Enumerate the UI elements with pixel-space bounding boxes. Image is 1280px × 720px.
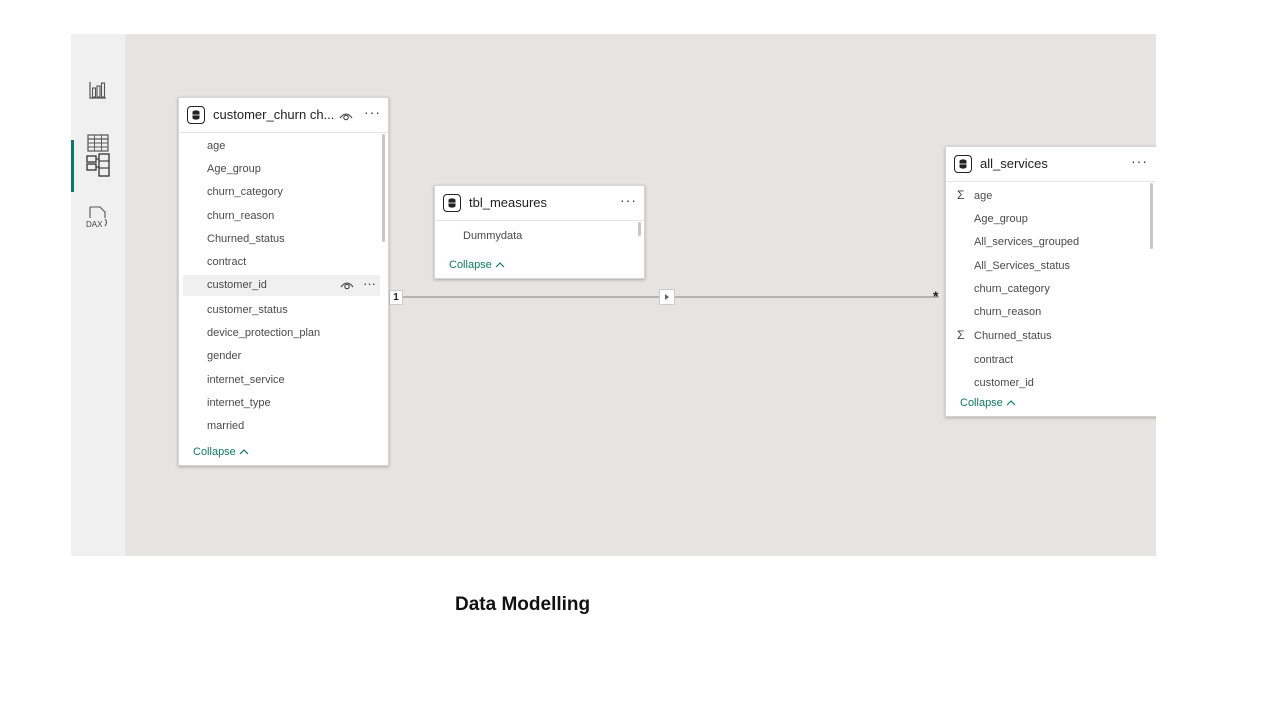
field-item[interactable]: internet_type xyxy=(207,397,271,409)
field-item[interactable]: Churned_status xyxy=(974,330,1052,342)
bar-chart-icon xyxy=(89,82,106,99)
field-item[interactable]: Churned_status xyxy=(207,233,285,245)
arrow-right-icon xyxy=(665,294,669,300)
collapse-button[interactable]: Collapse xyxy=(449,259,505,271)
field-item[interactable]: churn_reason xyxy=(207,210,274,222)
model-diagram-icon xyxy=(86,153,110,177)
table-card-all-services[interactable]: all_services ··· Σ age Age_group All_ser… xyxy=(945,146,1156,417)
field-item[interactable]: churn_category xyxy=(207,186,283,198)
eye-visibility-icon[interactable] xyxy=(339,108,353,126)
eye-visibility-icon[interactable] xyxy=(340,280,354,293)
more-options-icon[interactable]: ··· xyxy=(363,276,376,291)
table-card-customer-churn[interactable]: customer_churn ch... ··· age Age_group c… xyxy=(178,97,389,466)
field-item[interactable]: married xyxy=(207,420,244,432)
field-label: customer_id xyxy=(207,279,267,291)
table-icon xyxy=(954,155,972,173)
field-item[interactable]: gender xyxy=(207,350,241,362)
field-item[interactable]: Dummydata xyxy=(463,230,522,242)
dax-query-view-button[interactable]: DAX xyxy=(71,196,125,240)
more-options-icon[interactable]: ··· xyxy=(620,192,637,208)
field-item[interactable]: internet_service xyxy=(207,374,285,386)
table-card-tbl-measures[interactable]: tbl_measures ··· Dummydata Collapse xyxy=(434,185,645,279)
field-item[interactable]: All_Services_status xyxy=(974,260,1070,272)
field-item[interactable]: device_protection_plan xyxy=(207,327,320,339)
model-view-button[interactable] xyxy=(71,138,125,192)
relationship-direction-arrow[interactable] xyxy=(659,289,675,305)
dax-icon: DAX xyxy=(86,206,108,229)
field-item[interactable]: churn_reason xyxy=(974,306,1041,318)
field-item[interactable]: Age_group xyxy=(974,213,1028,225)
collapse-button[interactable]: Collapse xyxy=(193,446,249,458)
field-item[interactable]: contract xyxy=(974,354,1013,366)
model-canvas[interactable]: 1 * customer_churn ch... ··· age Age_gro… xyxy=(125,34,1156,556)
collapse-button[interactable]: Collapse xyxy=(960,397,1016,409)
scrollbar[interactable] xyxy=(1150,183,1153,249)
table-card-header[interactable]: all_services ··· xyxy=(946,147,1156,182)
relationship-one-marker: 1 xyxy=(389,290,403,305)
table-card-header[interactable]: tbl_measures ··· xyxy=(435,186,644,221)
field-item[interactable]: contract xyxy=(207,256,246,268)
relationship-many-marker: * xyxy=(933,288,939,304)
field-item[interactable]: customer_id xyxy=(974,377,1034,389)
sum-icon: Σ xyxy=(957,188,965,202)
table-title: all_services xyxy=(980,156,1048,171)
view-sidebar: DAX xyxy=(71,34,125,556)
sum-icon: Σ xyxy=(957,328,965,342)
field-item[interactable]: age xyxy=(974,190,992,202)
table-card-header[interactable]: customer_churn ch... ··· xyxy=(179,98,388,133)
table-title: customer_churn ch... xyxy=(213,107,335,122)
chevron-up-icon xyxy=(1006,400,1016,406)
report-view-button[interactable] xyxy=(71,68,125,112)
chevron-up-icon xyxy=(495,262,505,268)
table-icon xyxy=(443,194,461,212)
svg-text:DAX: DAX xyxy=(86,220,103,229)
field-item[interactable]: customer_status xyxy=(207,304,288,316)
table-icon xyxy=(187,106,205,124)
more-options-icon[interactable]: ··· xyxy=(1131,153,1148,169)
scrollbar[interactable] xyxy=(382,134,385,242)
more-options-icon[interactable]: ··· xyxy=(364,104,381,120)
chevron-up-icon xyxy=(239,449,249,455)
field-item[interactable]: All_services_grouped xyxy=(974,236,1079,248)
field-item[interactable]: Age_group xyxy=(207,163,261,175)
field-item-hovered[interactable]: customer_id ··· xyxy=(183,275,380,296)
field-item[interactable]: age xyxy=(207,140,225,152)
table-title: tbl_measures xyxy=(469,195,548,210)
field-item[interactable]: churn_category xyxy=(974,283,1050,295)
page-caption: Data Modelling xyxy=(455,594,591,615)
scrollbar[interactable] xyxy=(638,222,641,236)
